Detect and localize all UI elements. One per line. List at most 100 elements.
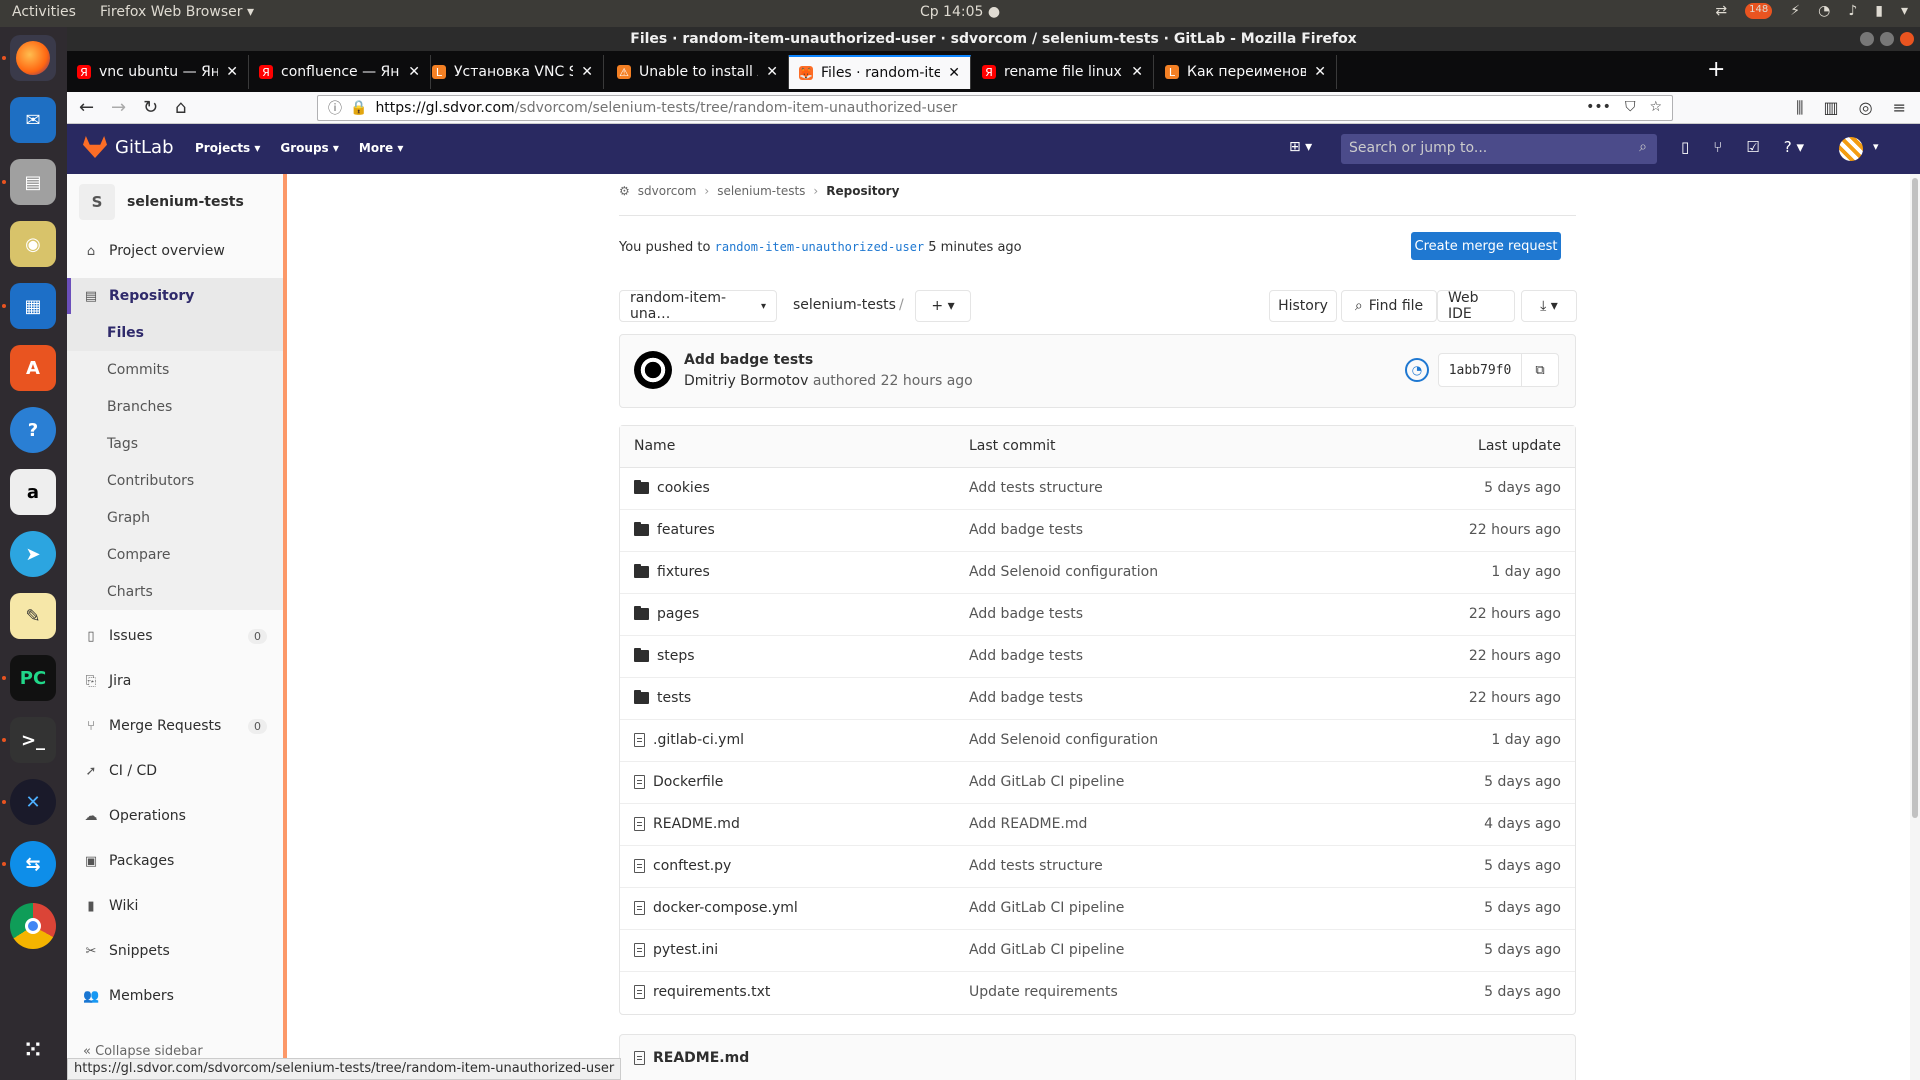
- search-input[interactable]: Search or jump to... ⌕: [1341, 134, 1657, 164]
- sidebar-item-wiki[interactable]: ▮ Wiki: [67, 888, 283, 924]
- entry-name[interactable]: pages: [634, 606, 699, 622]
- history-button[interactable]: History: [1269, 290, 1337, 322]
- web-ide-button[interactable]: Web IDE: [1437, 290, 1515, 322]
- page-actions-icon[interactable]: •••: [1586, 99, 1611, 115]
- entry-last-commit[interactable]: Add Selenoid configuration: [969, 564, 1158, 580]
- readme-title[interactable]: README.md: [653, 1050, 749, 1066]
- transfer-tray-icon[interactable]: ⚡: [1790, 3, 1800, 19]
- software-center-dock-icon[interactable]: A: [10, 345, 56, 391]
- amazon-dock-icon[interactable]: a: [10, 469, 56, 515]
- sidebar-item-merge-requests[interactable]: ⑂ Merge Requests 0: [67, 708, 283, 744]
- sidebar-subitem-charts[interactable]: Charts: [67, 573, 283, 610]
- entry-last-commit[interactable]: Add tests structure: [969, 858, 1103, 874]
- sidebar-item-jira[interactable]: ⎘ Jira: [67, 663, 283, 699]
- pushed-branch-link[interactable]: random-item-unauthorized-user: [715, 240, 925, 254]
- entry-last-commit[interactable]: Add badge tests: [969, 690, 1083, 706]
- terminal-dock-icon[interactable]: >_: [10, 717, 56, 763]
- back-button[interactable]: ←: [79, 97, 94, 118]
- browser-tab[interactable]: Яrename file linux — Янде ✕: [972, 55, 1154, 89]
- table-row[interactable]: tests Add badge tests 22 hours ago: [620, 678, 1575, 720]
- entry-last-commit[interactable]: Add GitLab CI pipeline: [969, 774, 1124, 790]
- table-row[interactable]: pytest.ini Add GitLab CI pipeline 5 days a…: [620, 930, 1575, 972]
- maximize-button[interactable]: [1880, 32, 1894, 46]
- commit-sha[interactable]: 1abb79f0: [1438, 353, 1522, 387]
- branch-selector[interactable]: random-item-una… ▾: [619, 290, 777, 322]
- browser-tab[interactable]: 🦊 Files · random-item-una ✕: [789, 55, 971, 89]
- page-scrollbar[interactable]: [1910, 174, 1920, 1080]
- rhythmbox-dock-icon[interactable]: ◉: [10, 221, 56, 267]
- notification-badge[interactable]: 148: [1745, 3, 1773, 19]
- pocket-icon[interactable]: ⛉: [1625, 99, 1636, 115]
- table-row[interactable]: README.md Add README.md 4 days ago: [620, 804, 1575, 846]
- close-tab-icon[interactable]: ✕: [948, 65, 960, 81]
- collapse-sidebar-button[interactable]: « Collapse sidebar: [83, 1044, 203, 1059]
- help-dock-icon[interactable]: ?: [10, 407, 56, 453]
- pycharm-dock-icon[interactable]: PC: [10, 655, 56, 701]
- entry-last-commit[interactable]: Add badge tests: [969, 606, 1083, 622]
- table-row[interactable]: conftest.py Add tests structure 5 days ago: [620, 846, 1575, 888]
- sidebar-item-packages[interactable]: ▣ Packages: [67, 843, 283, 879]
- new-dropdown-icon[interactable]: ⊞ ▾: [1289, 139, 1312, 155]
- close-tab-icon[interactable]: ✕: [766, 64, 778, 80]
- sidebar-subitem-branches[interactable]: Branches: [67, 388, 283, 425]
- commit-title[interactable]: Add badge tests: [684, 352, 813, 368]
- copy-sha-icon[interactable]: ⧉: [1521, 353, 1559, 387]
- new-tab-button[interactable]: +: [1707, 57, 1725, 82]
- sidebar-subitem-files[interactable]: Files: [67, 314, 283, 351]
- table-row[interactable]: .gitlab-ci.yml Add Selenoid configuration…: [620, 720, 1575, 762]
- sidebar-item-snippets[interactable]: ✂ Snippets: [67, 933, 283, 969]
- table-row[interactable]: cookies Add tests structure 5 days ago: [620, 468, 1575, 510]
- projects-menu[interactable]: Projects ▾: [195, 141, 260, 155]
- text-editor-dock-icon[interactable]: ✎: [10, 593, 56, 639]
- breadcrumb-current[interactable]: Repository: [826, 184, 899, 198]
- writer-dock-icon[interactable]: ▦: [10, 283, 56, 329]
- activities-button[interactable]: Activities: [12, 4, 76, 20]
- teamviewer-tray-icon[interactable]: ⇄: [1715, 3, 1727, 19]
- close-window-button[interactable]: [1900, 32, 1914, 46]
- reload-button[interactable]: ↻: [143, 97, 158, 118]
- author-avatar[interactable]: [634, 351, 672, 389]
- path-root-link[interactable]: selenium-tests: [793, 297, 896, 313]
- lock-icon[interactable]: 🔒: [350, 100, 367, 116]
- chrome-dock-icon[interactable]: [10, 903, 56, 949]
- entry-name[interactable]: requirements.txt: [634, 984, 770, 1000]
- entry-last-commit[interactable]: Add GitLab CI pipeline: [969, 942, 1124, 958]
- battery-icon[interactable]: ▮: [1875, 3, 1883, 19]
- help-icon[interactable]: ? ▾: [1784, 138, 1804, 156]
- files-dock-icon[interactable]: ▤: [10, 159, 56, 205]
- hamburger-menu-icon[interactable]: ≡: [1893, 98, 1906, 118]
- kodi-dock-icon[interactable]: ✕: [10, 779, 56, 825]
- sidebar-subitem-contributors[interactable]: Contributors: [67, 462, 283, 499]
- power-menu-icon[interactable]: ▾: [1901, 3, 1908, 19]
- issues-icon[interactable]: ▯: [1681, 138, 1689, 156]
- sidebar-subitem-compare[interactable]: Compare: [67, 536, 283, 573]
- entry-last-commit[interactable]: Add tests structure: [969, 480, 1103, 496]
- more-menu[interactable]: More ▾: [359, 141, 403, 155]
- close-tab-icon[interactable]: ✕: [1314, 64, 1326, 80]
- breadcrumb-group[interactable]: sdvorcom: [638, 184, 697, 198]
- app-menu[interactable]: Firefox Web Browser ▾: [100, 4, 254, 20]
- sidebar-project-header[interactable]: S selenium-tests: [79, 184, 244, 220]
- entry-name[interactable]: fixtures: [634, 564, 710, 580]
- breadcrumb-project[interactable]: selenium-tests: [717, 184, 805, 198]
- download-dropdown[interactable]: ⤓ ▾: [1521, 290, 1577, 322]
- close-tab-icon[interactable]: ✕: [1131, 64, 1143, 80]
- user-avatar[interactable]: [1839, 137, 1863, 161]
- sidebar-toggle-icon[interactable]: ▥: [1824, 98, 1839, 118]
- browser-tab[interactable]: Яvnc ubuntu — Яндекс: на ✕: [67, 55, 249, 89]
- firefox-dock-icon[interactable]: [10, 35, 56, 81]
- sidebar-item-members[interactable]: 👥 Members: [67, 978, 283, 1014]
- teamviewer-dock-icon[interactable]: ⇆: [10, 841, 56, 887]
- table-row[interactable]: requirements.txt Update requirements 5 day…: [620, 972, 1575, 1014]
- sidebar-item-overview[interactable]: ⌂ Project overview: [67, 233, 283, 269]
- volume-icon[interactable]: ♪: [1848, 3, 1857, 19]
- entry-name[interactable]: tests: [634, 690, 691, 706]
- close-tab-icon[interactable]: ✕: [226, 64, 238, 80]
- show-applications-icon[interactable]: ⁙: [10, 1027, 56, 1073]
- sidebar-subitem-commits[interactable]: Commits: [67, 351, 283, 388]
- table-row[interactable]: features Add badge tests 22 hours ago: [620, 510, 1575, 552]
- table-row[interactable]: pages Add badge tests 22 hours ago: [620, 594, 1575, 636]
- entry-name[interactable]: cookies: [634, 480, 710, 496]
- commit-author[interactable]: Dmitriy Bormotov: [684, 373, 808, 389]
- url-bar[interactable]: ⓘ 🔒 https://gl.sdvor.com /sdvorcom/selen…: [317, 95, 1673, 121]
